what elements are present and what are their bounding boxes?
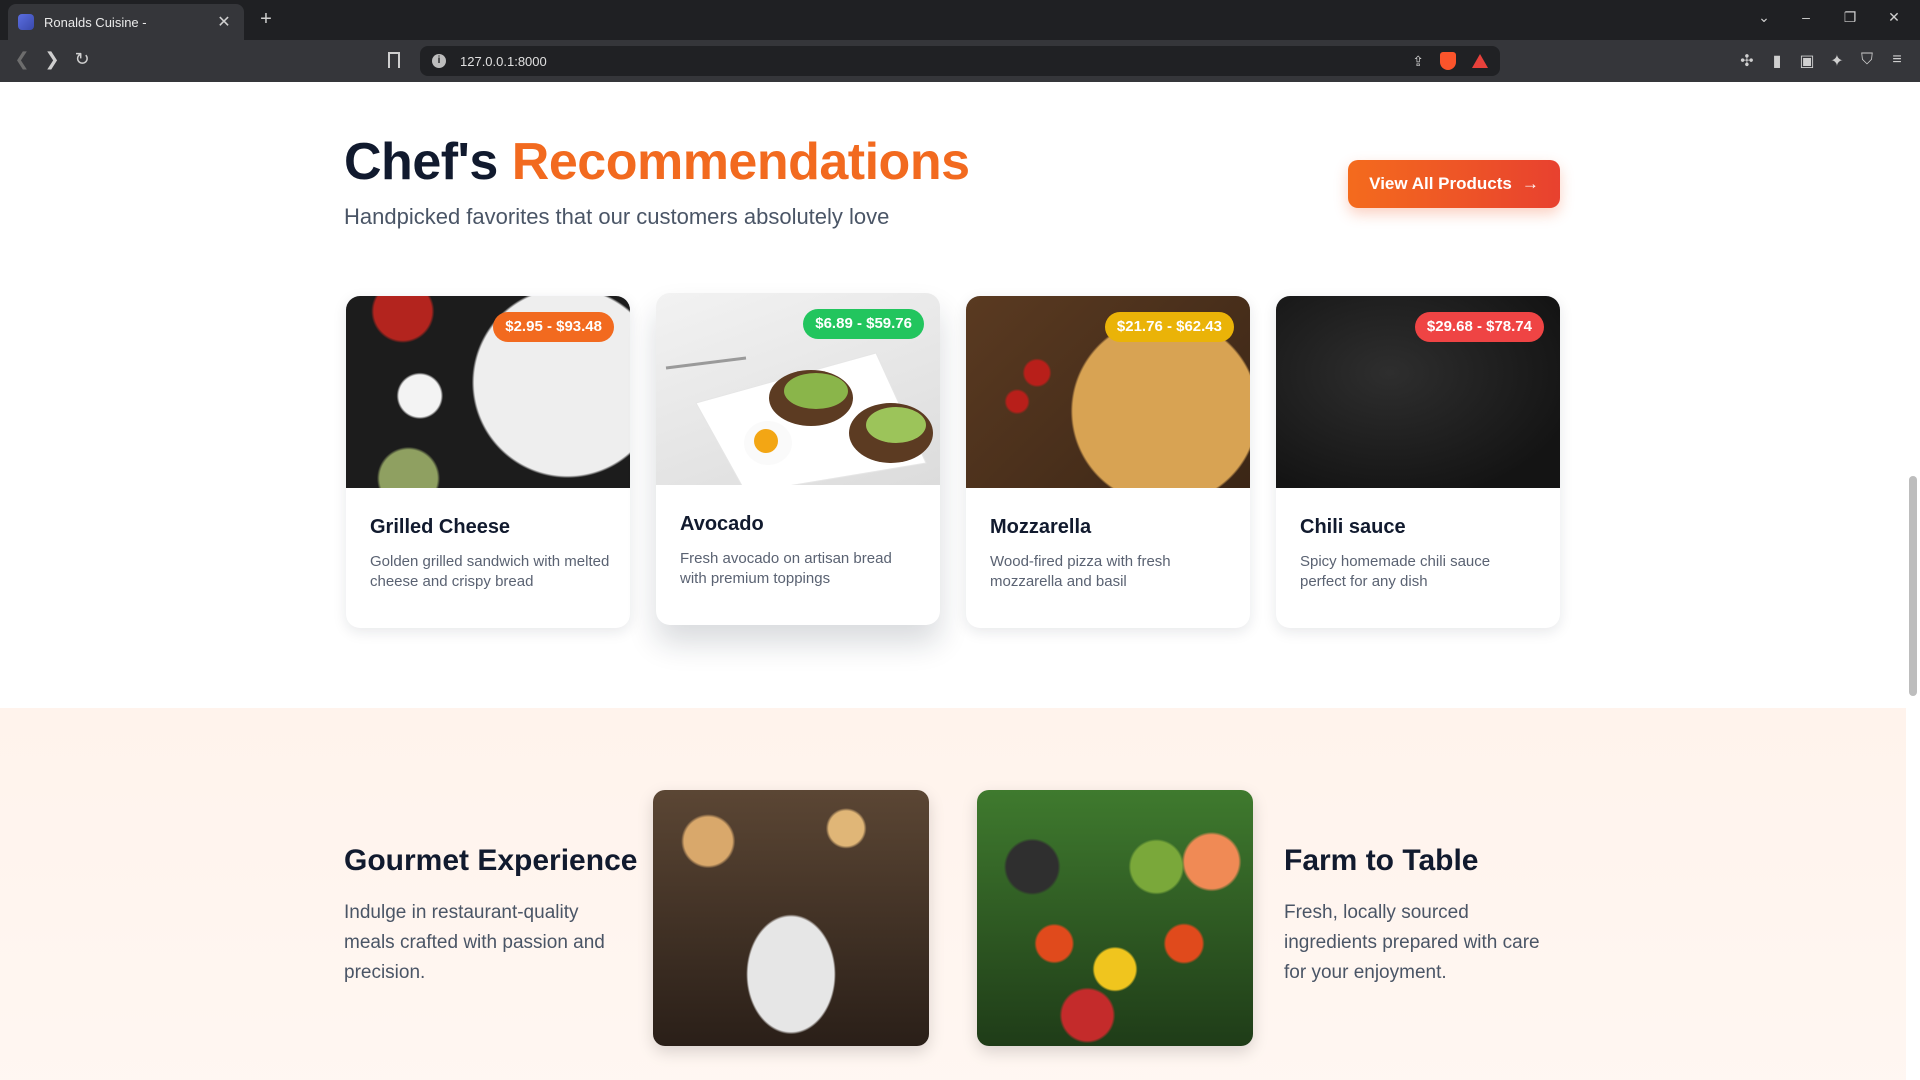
feature-title-farm: Farm to Table — [1284, 844, 1479, 877]
sidebar-icon[interactable]: ▮ — [1766, 51, 1788, 71]
fine-dining-image — [653, 790, 929, 1046]
product-description: Spicy homemade chili sauce perfect for a… — [1300, 553, 1491, 590]
feature-title-gourmet: Gourmet Experience — [344, 844, 638, 877]
reload-icon[interactable]: ↻ — [70, 49, 94, 70]
menu-icon[interactable]: ≡ — [1886, 51, 1908, 69]
restore-icon[interactable]: ❐ — [1838, 9, 1862, 26]
browser-toolbar: ❮ ❯ ↻ i 127.0.0.1:8000 ⇪ ✣ ▮ ▣ ✦ ⛉ ≡ — [0, 40, 1920, 82]
product-description: Wood-fired pizza with fresh mozzarella a… — [990, 553, 1171, 590]
section-title-accent: Recommendations — [511, 133, 970, 191]
section-title: Chef's Recommendations — [344, 132, 970, 192]
url-text[interactable]: 127.0.0.1:8000 — [460, 54, 1412, 69]
feature-text-farm: Fresh, locally sourced ingredients prepa… — [1284, 902, 1540, 983]
price-badge: $29.68 - $78.74 — [1414, 312, 1544, 342]
close-tab-icon[interactable]: ✕ — [214, 12, 234, 32]
product-description: Golden grilled sandwich with melted chee… — [370, 553, 610, 590]
product-card-grilled-cheese[interactable]: $2.95 - $93.48 Grilled Cheese Golden gri… — [346, 296, 630, 628]
view-all-products-button[interactable]: View All Products → — [1348, 160, 1560, 208]
back-icon[interactable]: ❮ — [10, 49, 34, 70]
vpn-icon[interactable]: ⛉ — [1856, 51, 1878, 69]
fresh-vegetables-image — [977, 790, 1253, 1046]
minimize-icon[interactable]: – — [1794, 9, 1818, 25]
features-section: Gourmet Experience Indulge in restaurant… — [0, 708, 1906, 1080]
brave-shields-icon[interactable] — [1440, 52, 1456, 70]
price-badge: $21.76 - $62.43 — [1104, 312, 1234, 342]
bookmark-icon[interactable] — [388, 52, 400, 68]
product-card-chili-sauce[interactable]: $29.68 - $78.74 Chili sauce Spicy homema… — [1276, 296, 1560, 628]
extensions-icon[interactable]: ✣ — [1736, 51, 1758, 71]
leo-ai-icon[interactable]: ✦ — [1826, 51, 1848, 71]
forward-icon[interactable]: ❯ — [40, 49, 64, 70]
share-icon[interactable]: ⇪ — [1412, 53, 1424, 70]
product-name: Grilled Cheese — [370, 516, 511, 538]
section-title-main: Chef's — [344, 133, 498, 191]
feature-text-gourmet: Indulge in restaurant-quality meals craf… — [344, 902, 605, 983]
product-card-mozzarella[interactable]: $21.76 - $62.43 Mozzarella Wood-fired pi… — [966, 296, 1250, 628]
price-badge: $2.95 - $93.48 — [493, 312, 614, 342]
section-subtitle: Handpicked favorites that our customers … — [344, 204, 890, 229]
page-content: Chef's Recommendations Handpicked favori… — [0, 82, 1906, 1080]
browser-tab[interactable]: Ronalds Cuisine - ✕ — [8, 4, 244, 40]
tab-title: Ronalds Cuisine - — [44, 14, 147, 30]
product-card-avocado[interactable]: $6.89 - $59.76 Avocado Fresh avocado on … — [656, 293, 940, 625]
address-bar[interactable]: i 127.0.0.1:8000 ⇪ — [420, 46, 1500, 76]
product-description: Fresh avocado on artisan bread with prem… — [680, 550, 892, 587]
site-info-icon[interactable]: i — [432, 54, 446, 68]
browser-tab-bar: Ronalds Cuisine - ✕ + ⌄ – ❐ ✕ — [0, 0, 1920, 40]
product-name: Mozzarella — [990, 516, 1092, 538]
brave-rewards-icon[interactable] — [1472, 54, 1488, 68]
site-favicon-icon — [18, 14, 34, 30]
tab-search-chevron-icon[interactable]: ⌄ — [1752, 9, 1776, 26]
price-badge: $6.89 - $59.76 — [803, 309, 924, 339]
new-tab-icon[interactable]: + — [254, 8, 278, 31]
wallet-icon[interactable]: ▣ — [1796, 51, 1818, 71]
scrollbar-thumb[interactable] — [1909, 476, 1917, 696]
product-name: Avocado — [680, 513, 764, 535]
view-all-products-label: View All Products — [1369, 174, 1512, 193]
close-window-icon[interactable]: ✕ — [1882, 9, 1906, 26]
arrow-right-icon: → — [1521, 174, 1539, 193]
product-name: Chili sauce — [1300, 516, 1406, 538]
